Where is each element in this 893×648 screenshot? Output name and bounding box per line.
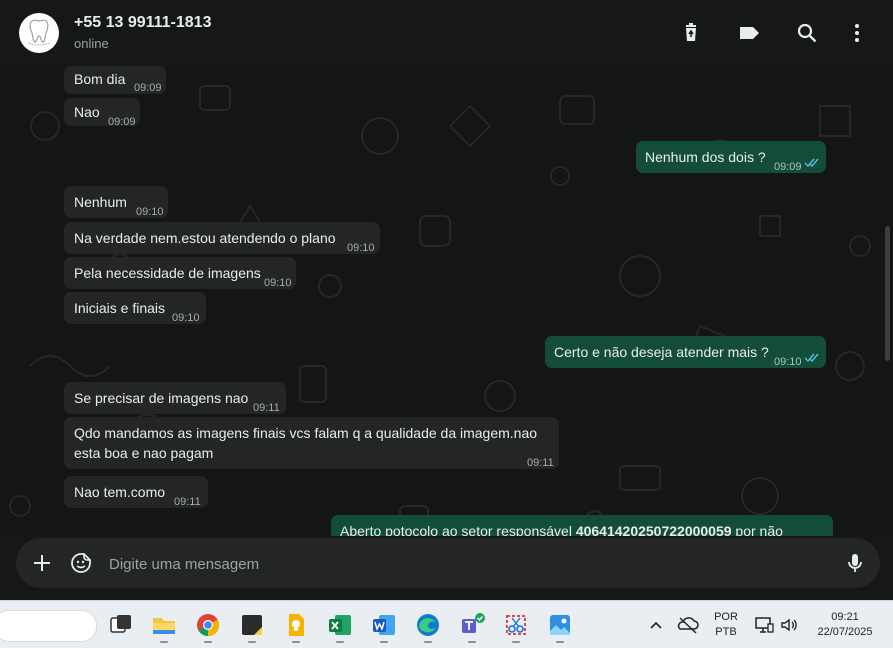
volume-icon[interactable] <box>779 615 799 635</box>
message-in[interactable]: Iniciais e finais 09:10 <box>64 292 206 324</box>
message-text: Se precisar de imagens nao <box>74 390 249 406</box>
tooth-logo-icon <box>27 19 51 46</box>
running-indicator <box>292 641 300 643</box>
message-input[interactable] <box>107 552 791 576</box>
message-text: Pela necessidade de imagens <box>74 265 261 281</box>
chevron-up-icon[interactable] <box>648 617 664 633</box>
label-icon[interactable] <box>736 20 762 46</box>
chrome-icon[interactable] <box>195 612 221 638</box>
message-time: 09:11 <box>527 457 554 469</box>
message-text-part: Aberto potocolo ao setor responsável <box>340 523 576 536</box>
photos-icon[interactable] <box>547 612 573 638</box>
message-in[interactable]: Bom dia 09:09 <box>64 66 166 94</box>
running-indicator <box>248 641 256 643</box>
message-out[interactable]: Aberto potocolo ao setor responsável 406… <box>331 515 833 536</box>
chat-scrollbar[interactable] <box>885 226 890 361</box>
message-time: 09:09 <box>108 116 136 128</box>
running-indicator <box>204 641 212 643</box>
message-in[interactable]: Nao tem.como 09:11 <box>64 476 208 508</box>
display-icon[interactable] <box>754 615 774 635</box>
message-text: Aberto potocolo ao setor responsável 406… <box>340 521 783 536</box>
message-in[interactable]: Se precisar de imagens nao 09:11 <box>64 382 286 414</box>
teams-icon[interactable] <box>459 612 485 638</box>
delete-icon[interactable] <box>678 20 704 46</box>
contact-status: online <box>74 36 109 51</box>
contact-name[interactable]: +55 13 99111-1813 <box>74 14 211 32</box>
message-text: Na verdade nem.estou atendendo o plano <box>74 230 336 246</box>
mic-icon[interactable] <box>843 551 867 575</box>
message-in[interactable]: Pela necessidade de imagens 09:10 <box>64 257 296 289</box>
message-text: Qdo mandamos as imagens finais vcs falam… <box>74 425 541 461</box>
sticky-notes-icon[interactable] <box>239 612 265 638</box>
system-clock[interactable]: 09:21 22/07/2025 <box>805 610 885 640</box>
running-indicator <box>160 641 168 643</box>
network-offline-icon[interactable] <box>677 615 699 635</box>
running-indicator <box>468 641 476 643</box>
contact-avatar[interactable] <box>19 13 59 53</box>
message-time: 09:10 <box>264 277 292 289</box>
message-time: 09:10 <box>774 356 802 368</box>
message-text: Nenhum dos dois ? <box>645 149 766 165</box>
message-text: Bom dia <box>74 71 126 87</box>
word-icon[interactable] <box>371 612 397 638</box>
running-indicator <box>512 641 520 643</box>
running-indicator <box>424 641 432 643</box>
message-time: 09:09 <box>134 82 162 94</box>
message-time: 09:10 <box>136 206 164 218</box>
running-indicator <box>380 641 388 643</box>
whatsapp-window: +55 13 99111-1813 online Bom dia 09:09 N… <box>0 0 893 600</box>
keep-icon[interactable] <box>283 612 309 638</box>
message-time: 09:10 <box>347 242 375 254</box>
message-text: Nao <box>74 104 100 120</box>
running-indicator <box>336 641 344 643</box>
message-composer <box>16 538 880 588</box>
windows-taskbar: POR PTB 09:21 22/07/2025 <box>0 600 893 648</box>
read-ticks-icon <box>804 353 819 363</box>
message-text-part: por não <box>731 523 783 536</box>
running-indicator <box>556 641 564 643</box>
message-time: 09:10 <box>172 312 200 324</box>
message-time: 09:11 <box>253 402 280 414</box>
file-explorer-icon[interactable] <box>151 612 177 638</box>
message-time: 09:09 <box>774 161 802 173</box>
sticker-icon[interactable] <box>69 551 93 575</box>
message-out[interactable]: Certo e não deseja atender mais ? 09:10 <box>545 336 826 368</box>
message-in[interactable]: Nao 09:09 <box>64 98 140 128</box>
language-code: POR <box>714 611 738 623</box>
plus-icon[interactable] <box>30 551 54 575</box>
message-in[interactable]: Nenhum 09:10 <box>64 186 168 218</box>
protocol-number: 40641420250722000059 <box>575 523 732 536</box>
message-text: Nao tem.como <box>74 484 166 500</box>
chat-header: +55 13 99111-1813 online <box>0 0 893 67</box>
search-icon[interactable] <box>794 20 820 46</box>
message-list[interactable]: Bom dia 09:09 Nao 09:09 Nenhum dos dois … <box>0 66 893 536</box>
message-text: Nenhum <box>74 194 127 210</box>
edge-icon[interactable] <box>415 612 441 638</box>
message-time: 09:11 <box>174 496 201 508</box>
read-ticks-icon <box>804 158 819 168</box>
message-in[interactable]: Na verdade nem.estou atendendo o plano 0… <box>64 222 380 254</box>
snipping-tool-icon[interactable] <box>503 612 529 638</box>
excel-icon[interactable] <box>327 612 353 638</box>
clock-time: 09:21 <box>831 611 859 623</box>
more-icon[interactable] <box>844 20 870 46</box>
taskbar-search-box[interactable] <box>0 610 97 642</box>
message-out[interactable]: Nenhum dos dois ? 09:09 <box>636 141 826 173</box>
keyboard-layout: PTB <box>715 626 737 638</box>
message-text: Certo e não deseja atender mais ? <box>554 344 769 360</box>
message-in[interactable]: Qdo mandamos as imagens finais vcs falam… <box>64 417 559 469</box>
task-view-icon[interactable] <box>108 612 134 638</box>
language-indicator[interactable]: POR PTB <box>708 610 744 640</box>
message-text: Iniciais e finais <box>74 300 166 316</box>
clock-date: 22/07/2025 <box>817 626 873 638</box>
